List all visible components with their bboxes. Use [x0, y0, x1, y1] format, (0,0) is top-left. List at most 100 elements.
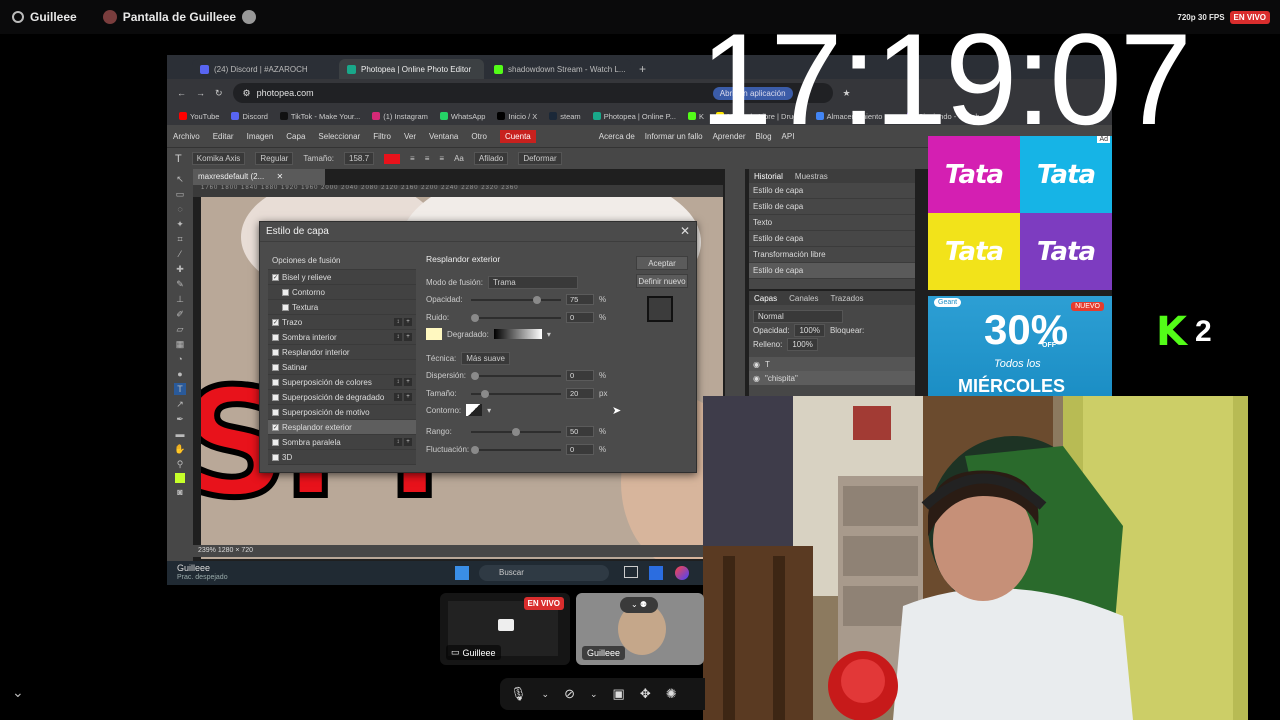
align-right-icon[interactable]: ≡: [439, 154, 444, 163]
range-slider[interactable]: [471, 427, 561, 436]
menu-item[interactable]: Ver: [404, 132, 416, 141]
layer-fill-input[interactable]: 100%: [787, 337, 818, 351]
effect-item[interactable]: Contorno: [268, 285, 416, 300]
chevron-down-icon[interactable]: ▾: [487, 406, 491, 415]
back-icon[interactable]: ←: [177, 88, 186, 98]
zoom-tool-icon[interactable]: ⚲: [174, 458, 186, 470]
activities-icon[interactable]: ✥: [640, 686, 651, 702]
history-item[interactable]: Transformación libre: [749, 247, 915, 263]
add-icon[interactable]: +: [404, 393, 412, 401]
effect-item[interactable]: ✓ Resplandor exterior: [268, 420, 416, 435]
effect-item[interactable]: Superposición de colores ↕ +: [268, 375, 416, 390]
layer-blend-select[interactable]: Normal: [753, 309, 843, 323]
spread-input[interactable]: 0: [566, 370, 594, 381]
history-item[interactable]: Estilo de capa: [749, 263, 915, 279]
effect-add-buttons[interactable]: ↕ +: [394, 438, 412, 446]
browser-tab[interactable]: shadowdown Stream - Watch L...: [486, 59, 631, 79]
effect-checkbox[interactable]: [272, 363, 279, 371]
size-slider[interactable]: [471, 389, 561, 398]
pen-tool-icon[interactable]: ✒: [174, 413, 186, 425]
effect-checkbox[interactable]: [282, 303, 289, 311]
bookmark-item[interactable]: steam: [549, 112, 581, 121]
menu-item[interactable]: Ventana: [429, 132, 458, 141]
eyedropper-tool-icon[interactable]: ⁄: [174, 248, 186, 260]
history-item[interactable]: Estilo de capa: [749, 231, 915, 247]
effect-checkbox[interactable]: [272, 453, 279, 461]
effect-item[interactable]: Sombra paralela ↕ +: [268, 435, 416, 450]
browser-tab[interactable]: (24) Discord | #AZAROCH: [192, 59, 337, 79]
effect-item[interactable]: Sombra interior ↕ +: [268, 330, 416, 345]
taskbar-search[interactable]: Buscar: [479, 565, 609, 581]
bookmark-item[interactable]: Discord: [231, 112, 268, 121]
lasso-tool-icon[interactable]: ◌: [174, 203, 186, 215]
browser-tab-active[interactable]: Photopea | Online Photo Editor: [339, 59, 484, 79]
ok-button[interactable]: Aceptar: [636, 256, 688, 270]
effect-add-buttons[interactable]: ↕ +: [394, 333, 412, 341]
effect-checkbox[interactable]: [272, 333, 279, 341]
effect-item[interactable]: Textura: [268, 300, 416, 315]
bookmark-item[interactable]: Inicio / X: [497, 112, 537, 121]
gradient-swatch[interactable]: [493, 329, 542, 339]
effect-checkbox[interactable]: ✓: [272, 318, 279, 326]
chevron-down-icon[interactable]: ⌄: [590, 689, 598, 700]
reorder-icon[interactable]: ↕: [394, 378, 402, 386]
blur-tool-icon[interactable]: ◔: [174, 353, 186, 365]
move-tool-icon[interactable]: ↖: [174, 173, 186, 185]
menu-link[interactable]: Acerca de: [599, 132, 635, 141]
close-icon[interactable]: ✕: [680, 224, 690, 238]
dodge-tool-icon[interactable]: ●: [174, 368, 186, 380]
camera-off-icon[interactable]: ⊘: [564, 686, 575, 702]
soundboard-icon[interactable]: ✺: [666, 686, 677, 702]
effect-checkbox[interactable]: [272, 408, 279, 416]
swatches-tab[interactable]: Muestras: [795, 172, 828, 181]
tata-ad[interactable]: Tata Tata Tata Tata Ad: [928, 136, 1112, 290]
marquee-tool-icon[interactable]: ▭: [174, 188, 186, 200]
close-doc-icon[interactable]: ✕: [276, 172, 283, 181]
jitter-slider[interactable]: [471, 445, 561, 454]
layer-opacity-input[interactable]: 100%: [794, 323, 825, 337]
shape-tool-icon[interactable]: ▬: [174, 428, 186, 440]
eraser-tool-icon[interactable]: ▱: [174, 323, 186, 335]
share-screen-icon[interactable]: ▣: [613, 686, 625, 702]
glow-color-swatch[interactable]: [426, 328, 442, 340]
weather-widget[interactable]: Guilleee Prac. despejado: [177, 563, 228, 583]
jitter-input[interactable]: 0: [566, 444, 594, 455]
effect-item[interactable]: 3D: [268, 450, 416, 465]
hand-tool-icon[interactable]: ✋: [174, 443, 186, 455]
range-input[interactable]: 50: [566, 426, 594, 437]
path-tool-icon[interactable]: ↗: [174, 398, 186, 410]
history-item[interactable]: Estilo de capa: [749, 183, 915, 199]
reorder-icon[interactable]: ↕: [394, 318, 402, 326]
font-size-input[interactable]: 158.7: [344, 152, 375, 165]
menu-item[interactable]: Archivo: [173, 132, 200, 141]
layer-name[interactable]: "chispita": [765, 374, 798, 383]
visibility-icon[interactable]: ◉: [753, 360, 760, 369]
effect-checkbox[interactable]: ✓: [272, 273, 279, 281]
quickmask-icon[interactable]: ◙: [174, 486, 186, 498]
microphone-icon[interactable]: 🎙: [510, 686, 527, 702]
effect-checkbox[interactable]: [272, 378, 279, 386]
layer-name[interactable]: T: [765, 360, 770, 369]
technique-select[interactable]: Más suave: [461, 352, 510, 365]
wand-tool-icon[interactable]: ✦: [174, 218, 186, 230]
contour-preview[interactable]: [466, 404, 483, 416]
chevron-down-icon[interactable]: ▾: [547, 330, 551, 339]
color-swatch[interactable]: [384, 153, 401, 164]
menu-link[interactable]: Informar un fallo: [645, 132, 703, 141]
menu-item[interactable]: Editar: [213, 132, 234, 141]
collapse-chevron-icon[interactable]: ⌄: [12, 684, 24, 701]
reload-icon[interactable]: ↻: [215, 88, 223, 99]
visibility-icon[interactable]: ◉: [753, 374, 760, 383]
account-button[interactable]: Cuenta: [499, 129, 536, 143]
history-item[interactable]: Texto: [749, 215, 915, 231]
effect-item[interactable]: ✓ Bisel y relieve: [268, 270, 416, 285]
menu-item[interactable]: Otro: [471, 132, 487, 141]
document-tab[interactable]: maxresdefault (2... ✕: [193, 169, 325, 185]
opacity-input[interactable]: 75: [566, 294, 594, 305]
effect-checkbox[interactable]: [282, 288, 289, 296]
reorder-icon[interactable]: ↕: [394, 438, 402, 446]
heal-tool-icon[interactable]: ✚: [174, 263, 186, 275]
layers-tab[interactable]: Capas: [754, 294, 777, 303]
new-tab-button[interactable]: +: [633, 62, 652, 79]
history-item[interactable]: Estilo de capa: [749, 199, 915, 215]
